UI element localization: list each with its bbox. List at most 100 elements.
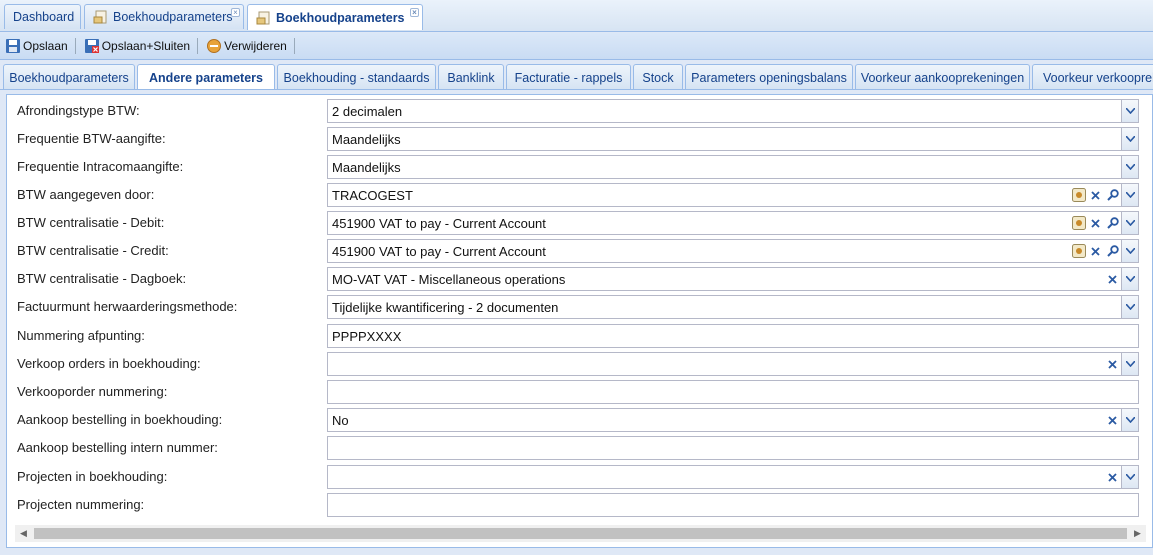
field-value: TRACOGEST [332, 187, 413, 203]
window-tab-label: Boekhoudparameters [113, 10, 233, 24]
clear-icon[interactable] [1104, 353, 1121, 375]
verkoop-orders-combo[interactable] [327, 352, 1139, 376]
save-close-button[interactable]: Opslaan+Sluiten [79, 35, 194, 57]
clear-icon[interactable] [1104, 466, 1121, 488]
tab-label: Stock [642, 70, 674, 85]
tab-boekhoudparameters[interactable]: Boekhoudparameters [3, 64, 135, 89]
tab-voorkeur-aankooprekeningen[interactable]: Voorkeur aankooprekeningen [855, 64, 1030, 89]
afrondingstype-btw-combo[interactable]: 2 decimalen [327, 99, 1139, 123]
chevron-down-icon[interactable] [1121, 466, 1138, 488]
nummering-afpunting-input[interactable]: PPPPXXXX [327, 324, 1139, 348]
tab-banklink[interactable]: Banklink [438, 64, 504, 89]
chevron-down-icon[interactable] [1121, 184, 1138, 206]
form-row-btw-centralisatie-credit: BTW centralisatie - Credit: 451900 VAT t… [7, 239, 1147, 263]
chevron-down-icon[interactable] [1121, 240, 1138, 262]
clear-icon[interactable] [1087, 212, 1104, 234]
form-row-frequentie-intracom: Frequentie Intracomaangifte: Maandelijks [7, 155, 1147, 179]
window-tab-boekhoudparameters-2[interactable]: Boekhoudparameters × [247, 4, 423, 30]
close-icon[interactable]: × [231, 8, 240, 17]
scroll-right-icon[interactable]: ▶ [1129, 525, 1146, 542]
window-tab-bar: Dashboard Boekhoudparameters × Boekhoudp… [0, 0, 1153, 32]
frequentie-btw-combo[interactable]: Maandelijks [327, 127, 1139, 151]
toolbar-separator [74, 38, 76, 54]
chevron-down-icon[interactable] [1121, 353, 1138, 375]
floppy-disk-icon [5, 38, 21, 54]
form-row-projecten-boekhouding: Projecten in boekhouding: [7, 465, 1147, 489]
tab-label: Boekhoudparameters [9, 70, 129, 85]
tab-stock[interactable]: Stock [633, 64, 683, 89]
field-label: Projecten in boekhouding: [17, 469, 168, 484]
tab-label: Boekhouding - standaards [283, 70, 430, 85]
search-icon[interactable] [1104, 240, 1121, 262]
delete-button[interactable]: Verwijderen [201, 35, 291, 57]
search-icon[interactable] [1104, 212, 1121, 234]
save-label: Opslaan [23, 39, 68, 53]
save-button[interactable]: Opslaan [0, 35, 72, 57]
toolbar-separator [197, 38, 199, 54]
field-label: Afrondingstype BTW: [17, 103, 140, 118]
tab-parameters-openingsbalans[interactable]: Parameters openingsbalans [685, 64, 853, 89]
delete-label: Verwijderen [224, 39, 287, 53]
toolbar-separator [293, 38, 295, 54]
form-row-frequentie-btw: Frequentie BTW-aangifte: Maandelijks [7, 127, 1147, 151]
parameter-tab-bar: Boekhoudparameters Andere parameters Boe… [0, 61, 1153, 90]
field-label: Aankoop bestelling intern nummer: [17, 440, 218, 455]
chevron-down-icon[interactable] [1121, 100, 1138, 122]
field-label: Frequentie Intracomaangifte: [17, 159, 184, 174]
tab-label: Banklink [447, 70, 495, 85]
clear-icon[interactable] [1104, 268, 1121, 290]
form-row-aankoop-intern-nummer: Aankoop bestelling intern nummer: [7, 436, 1147, 460]
frequentie-intracom-combo[interactable]: Maandelijks [327, 155, 1139, 179]
chevron-down-icon[interactable] [1121, 296, 1138, 318]
aankoop-intern-nummer-input[interactable] [327, 436, 1139, 460]
btw-aangegeven-door-lookup[interactable]: TRACOGEST [327, 183, 1139, 207]
tab-label: Andere parameters [149, 71, 263, 85]
chevron-down-icon[interactable] [1121, 156, 1138, 178]
open-record-icon[interactable] [1070, 212, 1087, 234]
field-label: Verkoop orders in boekhouding: [17, 356, 201, 371]
form-row-btw-centralisatie-dagboek: BTW centralisatie - Dagboek: MO-VAT VAT … [7, 267, 1147, 291]
chevron-down-icon[interactable] [1121, 128, 1138, 150]
search-icon[interactable] [1104, 184, 1121, 206]
btw-centralisatie-dagboek-combo[interactable]: MO-VAT VAT - Miscellaneous operations [327, 267, 1139, 291]
btw-centralisatie-debit-lookup[interactable]: 451900 VAT to pay - Current Account [327, 211, 1139, 235]
tab-voorkeur-verkooprekeningen[interactable]: Voorkeur verkooprek [1032, 64, 1153, 89]
field-label: Aankoop bestelling in boekhouding: [17, 412, 223, 427]
field-label: Frequentie BTW-aangifte: [17, 131, 166, 146]
window-tab-dashboard[interactable]: Dashboard [4, 4, 81, 29]
verkooporder-nummering-input[interactable] [327, 380, 1139, 404]
tab-label: Parameters openingsbalans [691, 70, 847, 85]
form-panel: Afrondingstype BTW: 2 decimalen Frequent… [6, 94, 1153, 548]
chevron-down-icon[interactable] [1121, 212, 1138, 234]
field-value: 451900 VAT to pay - Current Account [332, 215, 546, 231]
window-tab-boekhoudparameters-1[interactable]: Boekhoudparameters × [84, 4, 244, 29]
projecten-nummering-input[interactable] [327, 493, 1139, 517]
field-label: Factuurmunt herwaarderingsmethode: [17, 299, 238, 314]
tab-andere-parameters[interactable]: Andere parameters [137, 64, 275, 89]
tab-label: Facturatie - rappels [514, 70, 623, 85]
field-value: 451900 VAT to pay - Current Account [332, 243, 546, 259]
scroll-left-icon[interactable]: ◀ [15, 525, 32, 542]
field-value: Maandelijks [332, 159, 401, 175]
clear-icon[interactable] [1104, 409, 1121, 431]
btw-centralisatie-credit-lookup[interactable]: 451900 VAT to pay - Current Account [327, 239, 1139, 263]
chevron-down-icon[interactable] [1121, 268, 1138, 290]
aankoop-bestelling-combo[interactable]: No [327, 408, 1139, 432]
projecten-boekhouding-combo[interactable] [327, 465, 1139, 489]
tab-boekhouding-standaards[interactable]: Boekhouding - standaards [277, 64, 436, 89]
field-label: BTW centralisatie - Dagboek: [17, 271, 187, 286]
factuurmunt-herwaardering-combo[interactable]: Tijdelijke kwantificering - 2 documenten [327, 295, 1139, 319]
scrollbar-thumb[interactable] [34, 528, 1127, 539]
chevron-down-icon[interactable] [1121, 409, 1138, 431]
clear-icon[interactable] [1087, 240, 1104, 262]
close-icon[interactable]: × [410, 8, 419, 17]
field-label: BTW centralisatie - Credit: [17, 243, 169, 258]
form-row-afrondingstype-btw: Afrondingstype BTW: 2 decimalen [7, 99, 1147, 123]
tab-facturatie-rappels[interactable]: Facturatie - rappels [506, 64, 631, 89]
form-row-projecten-nummering: Projecten nummering: [7, 493, 1147, 517]
open-record-icon[interactable] [1070, 184, 1087, 206]
clear-icon[interactable] [1087, 184, 1104, 206]
document-icon [256, 10, 272, 26]
open-record-icon[interactable] [1070, 240, 1087, 262]
horizontal-scrollbar[interactable]: ◀ ▶ [15, 525, 1146, 542]
